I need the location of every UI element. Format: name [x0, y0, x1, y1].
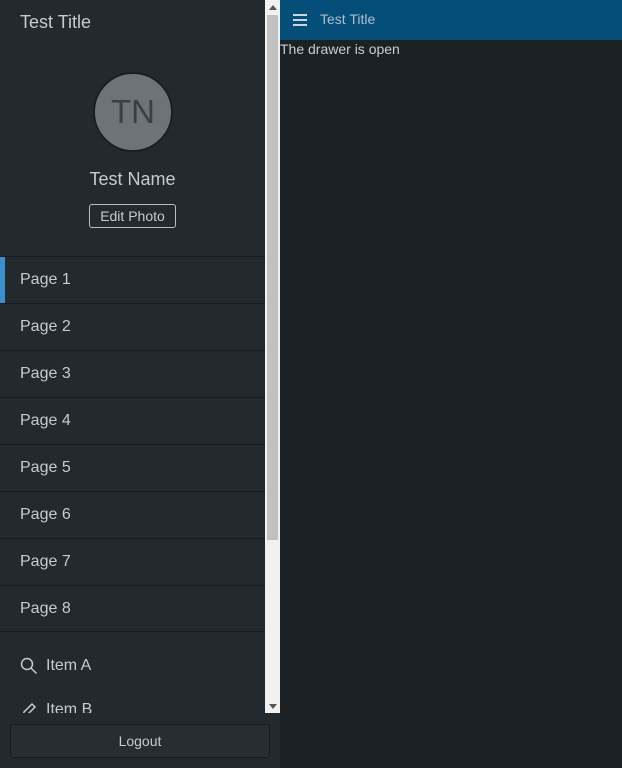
nav-item-label: Page 5: [20, 459, 71, 476]
nav-item-label: Page 4: [20, 412, 71, 429]
user-name: Test Name: [89, 169, 176, 189]
extra-item-label: Item A: [46, 657, 92, 674]
main-content: Test Title The drawer is open: [280, 0, 622, 768]
drawer-scroll-area[interactable]: Test Title TN Test Name Edit Photo Page …: [0, 0, 265, 713]
edit-photo-button[interactable]: Edit Photo: [89, 204, 176, 228]
nav-item-label: Page 7: [20, 553, 71, 570]
avatar: TN: [93, 72, 173, 152]
pencil-icon: [20, 701, 38, 713]
extra-list: Item A Item B: [0, 644, 265, 713]
nav-item-page-1[interactable]: Page 1: [0, 256, 265, 303]
logout-button[interactable]: Logout: [10, 724, 270, 758]
drawer-title: Test Title: [20, 12, 92, 32]
navigation-drawer: Test Title TN Test Name Edit Photo Page …: [0, 0, 280, 768]
nav-item-page-5[interactable]: Page 5: [0, 444, 265, 491]
scrollbar-thumb[interactable]: [267, 15, 278, 540]
drawer-status-text: The drawer is open: [280, 41, 400, 57]
nav-item-page-3[interactable]: Page 3: [0, 350, 265, 397]
nav-item-label: Page 3: [20, 365, 71, 382]
hamburger-menu-icon[interactable]: [293, 12, 307, 28]
nav-item-page-8[interactable]: Page 8: [0, 585, 265, 632]
extra-item-a[interactable]: Item A: [0, 644, 265, 688]
search-icon: [20, 657, 38, 675]
scroll-down-arrow-icon[interactable]: [265, 699, 280, 713]
extra-item-label: Item B: [46, 701, 93, 713]
avatar-initials: TN: [111, 93, 155, 130]
topbar-title: Test Title: [320, 11, 376, 27]
top-bar: Test Title: [280, 0, 622, 40]
nav-item-page-2[interactable]: Page 2: [0, 303, 265, 350]
drawer-scrollbar[interactable]: [265, 0, 280, 713]
scroll-up-arrow-icon[interactable]: [265, 0, 280, 14]
nav-item-label: Page 1: [20, 271, 71, 288]
nav-item-page-7[interactable]: Page 7: [0, 538, 265, 585]
nav-item-page-6[interactable]: Page 6: [0, 491, 265, 538]
nav-item-label: Page 8: [20, 599, 71, 617]
nav-list: Page 1 Page 2 Page 3 Page 4 Page 5 Page …: [0, 256, 265, 632]
nav-item-label: Page 2: [20, 318, 71, 335]
nav-item-label: Page 6: [20, 506, 71, 523]
nav-item-page-4[interactable]: Page 4: [0, 397, 265, 444]
extra-item-b[interactable]: Item B: [0, 688, 265, 713]
